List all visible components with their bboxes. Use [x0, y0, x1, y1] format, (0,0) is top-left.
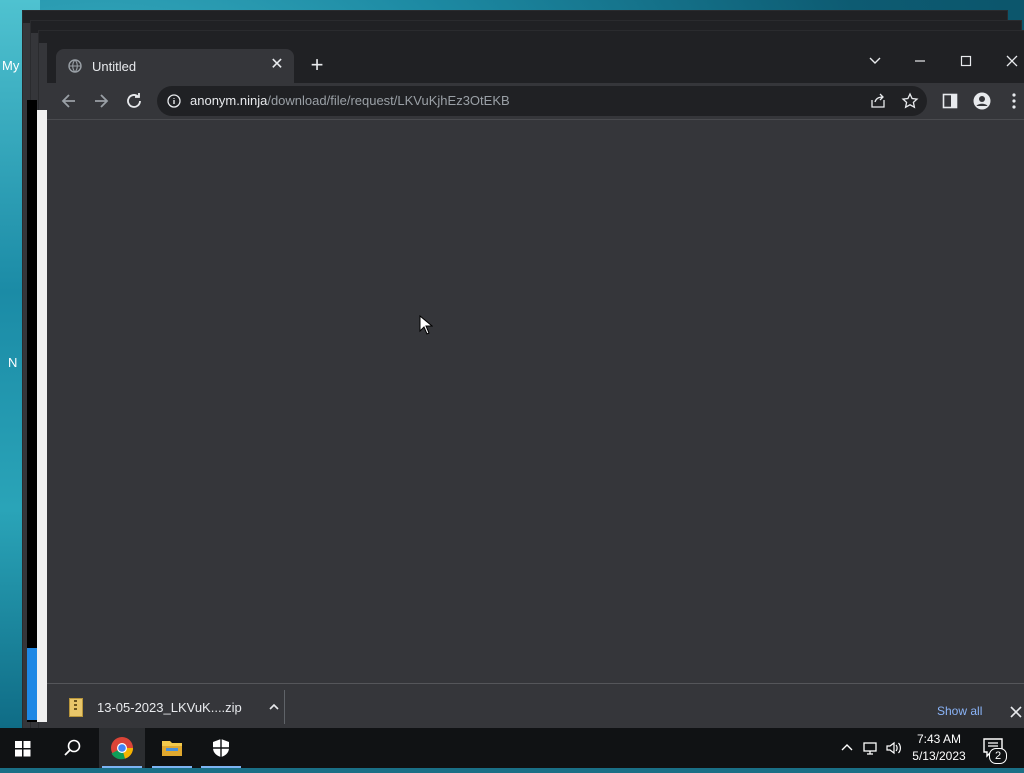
taskbar: 7:43 AM 5/13/2023 2: [0, 728, 1024, 768]
url-path: /download/file/request/LKVuKjhEz3OtEKB: [267, 93, 510, 108]
clock-date: 5/13/2023: [912, 749, 966, 763]
shelf-divider: [284, 690, 285, 724]
notification-count-badge: 2: [989, 748, 1007, 764]
forward-icon[interactable]: [89, 89, 113, 113]
chrome-taskbar-button[interactable]: [99, 728, 145, 768]
close-icon[interactable]: [992, 47, 1024, 75]
chevron-up-icon[interactable]: [838, 739, 856, 757]
system-clock[interactable]: 7:43 AM 5/13/2023: [905, 731, 973, 765]
back-icon[interactable]: [57, 89, 81, 113]
share-icon[interactable]: [869, 92, 887, 110]
search-icon[interactable]: [49, 728, 95, 768]
url-text[interactable]: anonym.ninja/download/file/request/LKVuK…: [190, 93, 510, 108]
info-icon[interactable]: [167, 94, 181, 108]
side-panel-icon[interactable]: [941, 92, 959, 110]
clock-time: 7:43 AM: [916, 732, 962, 746]
tab-close-icon[interactable]: ✕: [268, 56, 286, 74]
profile-icon[interactable]: [973, 92, 991, 110]
folder-icon: [162, 741, 182, 756]
background-window-edge: [37, 110, 47, 722]
url-host: anonym.ninja: [190, 93, 268, 108]
reload-icon[interactable]: [122, 89, 146, 113]
desktop-icon-label[interactable]: N: [8, 355, 17, 370]
browser-tab[interactable]: Untitled ✕: [56, 49, 294, 83]
security-taskbar-button[interactable]: [198, 728, 244, 768]
shield-icon: [213, 739, 229, 757]
chrome-icon: [111, 737, 134, 760]
start-windows-icon[interactable]: [0, 728, 46, 768]
globe-icon: [68, 59, 82, 73]
tab-title: Untitled: [92, 59, 137, 74]
menu-kebab-icon[interactable]: [1005, 92, 1023, 110]
chevron-up-icon[interactable]: [265, 698, 283, 716]
browser-toolbar: anonym.ninja/download/file/request/LKVuK…: [47, 83, 1024, 120]
browser-titlebar[interactable]: Untitled ✕ +: [47, 41, 1024, 83]
address-bar[interactable]: anonym.ninja/download/file/request/LKVuK…: [157, 86, 927, 116]
show-all-link[interactable]: Show all: [937, 704, 982, 718]
background-window-accent: [27, 648, 37, 720]
background-window-edge: [27, 100, 37, 722]
zip-file-icon: [69, 698, 83, 717]
chevron-down-icon[interactable]: [855, 47, 895, 75]
browser-window: Untitled ✕ + anonym.ninja/download/file/…: [47, 41, 1024, 729]
network-icon[interactable]: [862, 739, 880, 757]
download-file-name: 13-05-2023_LKVuK....zip: [97, 700, 242, 715]
volume-icon[interactable]: [885, 739, 903, 757]
file-explorer-taskbar-button[interactable]: [149, 728, 195, 768]
bookmark-star-icon[interactable]: [901, 92, 919, 110]
download-item[interactable]: 13-05-2023_LKVuK....zip: [61, 692, 283, 722]
shelf-close-icon[interactable]: [1008, 704, 1024, 720]
page-content[interactable]: [47, 120, 1024, 682]
desktop-icon-label[interactable]: My: [2, 58, 19, 73]
maximize-icon[interactable]: [946, 47, 986, 75]
mouse-cursor-icon: [419, 315, 433, 335]
download-shelf: 13-05-2023_LKVuK....zip Show all: [47, 683, 1024, 729]
new-tab-button[interactable]: +: [305, 54, 329, 78]
minimize-icon[interactable]: [900, 47, 940, 75]
